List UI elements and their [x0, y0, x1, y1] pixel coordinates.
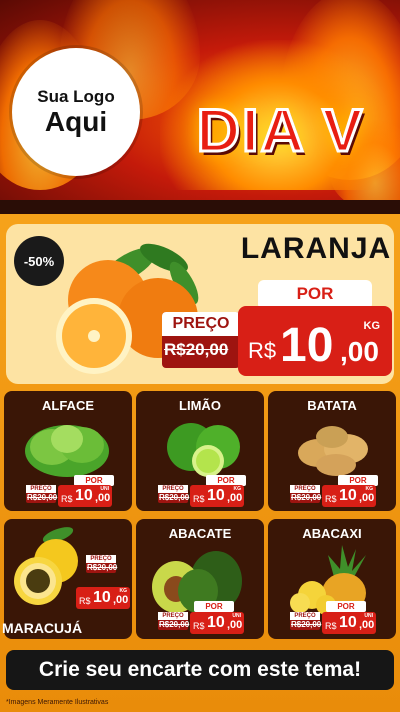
product-preco-label: PREÇO	[290, 612, 320, 620]
product-price-integer: 10	[93, 589, 111, 606]
product-unit: UNI	[364, 613, 373, 619]
logo-placeholder: Sua Logo Aqui	[12, 48, 140, 176]
product-old-price: R$20,00	[159, 493, 190, 502]
product-card-alface: ALFACE POR PREÇO R$20,00 R$ 10 ,00 UNI	[4, 391, 132, 511]
product-price-decimal: ,00	[359, 619, 375, 631]
product-price-box: R$ 10 ,00 UNI	[190, 612, 244, 634]
product-price-box: R$ 10 ,00 UNI	[322, 612, 376, 634]
product-preco-label: PREÇO	[158, 612, 188, 620]
product-card-maracuja: PREÇO R$20,00 R$ 10 ,00 KG MARACUJÁ	[2, 519, 132, 639]
product-price-decimal: ,00	[359, 492, 375, 504]
product-card-abacate: ABACATE POR PREÇO R$20,00 R$ 10 ,00 UNI	[136, 519, 264, 639]
product-old-price: R$20,00	[87, 563, 118, 572]
product-price-decimal: ,00	[95, 492, 111, 504]
product-currency: R$	[79, 596, 91, 606]
product-price-integer: 10	[339, 614, 357, 631]
product-old-price: R$20,00	[27, 493, 58, 502]
lettuce-image	[25, 425, 109, 477]
product-name: ABACAXI	[302, 526, 362, 541]
product-unit: KG	[233, 486, 242, 492]
product-old-price-box: PREÇO R$20,00	[26, 485, 58, 503]
product-old-price: R$20,00	[291, 493, 322, 502]
product-old-price: R$20,00	[291, 620, 322, 629]
product-name: LIMÃO	[179, 398, 221, 413]
product-price-integer: 10	[207, 614, 225, 631]
product-name: ALFACE	[42, 398, 94, 413]
footnote: *Imagens Meramente Ilustrativas	[6, 699, 109, 706]
lime-image	[167, 423, 240, 477]
header-divider	[0, 200, 400, 214]
featured-preco-label: PREÇO	[162, 312, 240, 336]
product-old-price-box: PREÇO R$20,00	[158, 485, 190, 503]
product-currency: R$	[193, 494, 205, 504]
product-por-label: POR	[326, 601, 366, 612]
featured-old-price-box: PREÇO R$20,00	[162, 312, 240, 368]
product-preco-label: PREÇO	[26, 485, 56, 493]
product-price-box: R$ 10 ,00 UNI	[58, 485, 112, 507]
product-old-price-box: PREÇO R$20,00	[86, 555, 118, 573]
product-price-box: R$ 10 ,00 KG	[190, 485, 244, 507]
logo-text-line1: Sua Logo	[37, 87, 115, 106]
product-preco-label: PREÇO	[158, 485, 188, 493]
product-preco-label: PREÇO	[86, 555, 116, 563]
featured-price-decimal: ,00	[340, 336, 379, 367]
featured-old-price: R$20,00	[164, 340, 229, 359]
product-price-decimal: ,00	[227, 619, 243, 631]
product-card-batata: BATATA POR PREÇO R$20,00 R$ 10 ,00 KG	[268, 391, 396, 511]
product-card-limao: LIMÃO POR PREÇO R$20,00 R$ 10 ,00 KG	[136, 391, 264, 511]
product-unit: UNI	[232, 613, 241, 619]
product-currency: R$	[325, 621, 337, 631]
product-old-price-box: PREÇO R$20,00	[290, 612, 322, 630]
featured-product-name: LARANJA	[240, 232, 392, 265]
featured-price-box: R$ 10 ,00 KG	[238, 306, 392, 376]
page-title: DIA V	[195, 96, 365, 166]
product-unit: UNI	[100, 486, 109, 492]
product-currency: R$	[325, 494, 337, 504]
product-price-decimal: ,00	[227, 492, 243, 504]
product-name: MARACUJÁ	[1, 620, 83, 636]
featured-price-integer: 10	[280, 319, 334, 372]
product-old-price: R$20,00	[159, 620, 190, 629]
potato-image	[298, 426, 368, 476]
featured-currency: R$	[248, 338, 277, 363]
product-unit: KG	[119, 588, 128, 594]
product-card-abacaxi: ABACAXI POR PREÇO R$20,00 R$ 10 ,00 UNI	[268, 519, 396, 639]
product-preco-label: PREÇO	[290, 485, 320, 493]
product-price-box: R$ 10 ,00 KG	[322, 485, 376, 507]
product-name: BATATA	[307, 398, 357, 413]
product-currency: R$	[61, 494, 73, 504]
product-currency: R$	[193, 621, 205, 631]
cta-banner[interactable]: Crie seu encarte com este tema!	[6, 650, 394, 690]
product-unit: KG	[365, 486, 374, 492]
discount-badge: -50%	[14, 236, 64, 286]
product-price-decimal: ,00	[113, 594, 129, 606]
product-price-integer: 10	[75, 487, 93, 504]
product-old-price-box: PREÇO R$20,00	[158, 612, 190, 630]
product-price-integer: 10	[207, 487, 225, 504]
product-old-price-box: PREÇO R$20,00	[290, 485, 322, 503]
logo-text-line2: Aqui	[44, 106, 108, 137]
product-price-box: R$ 10 ,00 KG	[76, 587, 130, 609]
product-name: ABACATE	[168, 526, 232, 541]
featured-unit: KG	[363, 320, 381, 332]
product-price-integer: 10	[339, 487, 357, 504]
product-por-label: POR	[194, 601, 234, 612]
